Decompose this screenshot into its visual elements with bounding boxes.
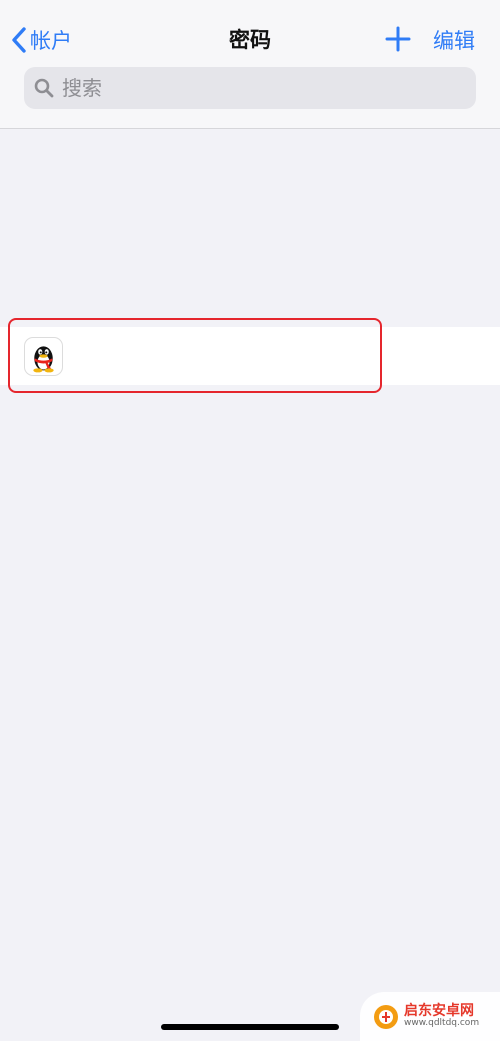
watermark-logo-icon (374, 1004, 398, 1029)
navigation-bar: 帐户 密码 编辑 (0, 0, 500, 129)
page-title: 密码 (229, 28, 271, 52)
search-input[interactable] (60, 75, 444, 101)
home-indicator[interactable] (161, 1024, 339, 1030)
account-row-qq[interactable] (0, 327, 500, 385)
qq-app-icon (24, 337, 63, 376)
magnifier-icon (34, 78, 54, 98)
site-watermark: 启东安卓网 www.qdltdq.com (360, 992, 500, 1041)
search-bar[interactable] (24, 67, 476, 109)
plus-icon (385, 26, 411, 52)
watermark-name: 启东安卓网 (404, 1003, 474, 1020)
add-button[interactable] (383, 24, 413, 54)
qq-penguin-icon (33, 346, 54, 373)
edit-button[interactable]: 编辑 (433, 25, 475, 55)
watermark-url: www.qdltdq.com (404, 1018, 480, 1029)
